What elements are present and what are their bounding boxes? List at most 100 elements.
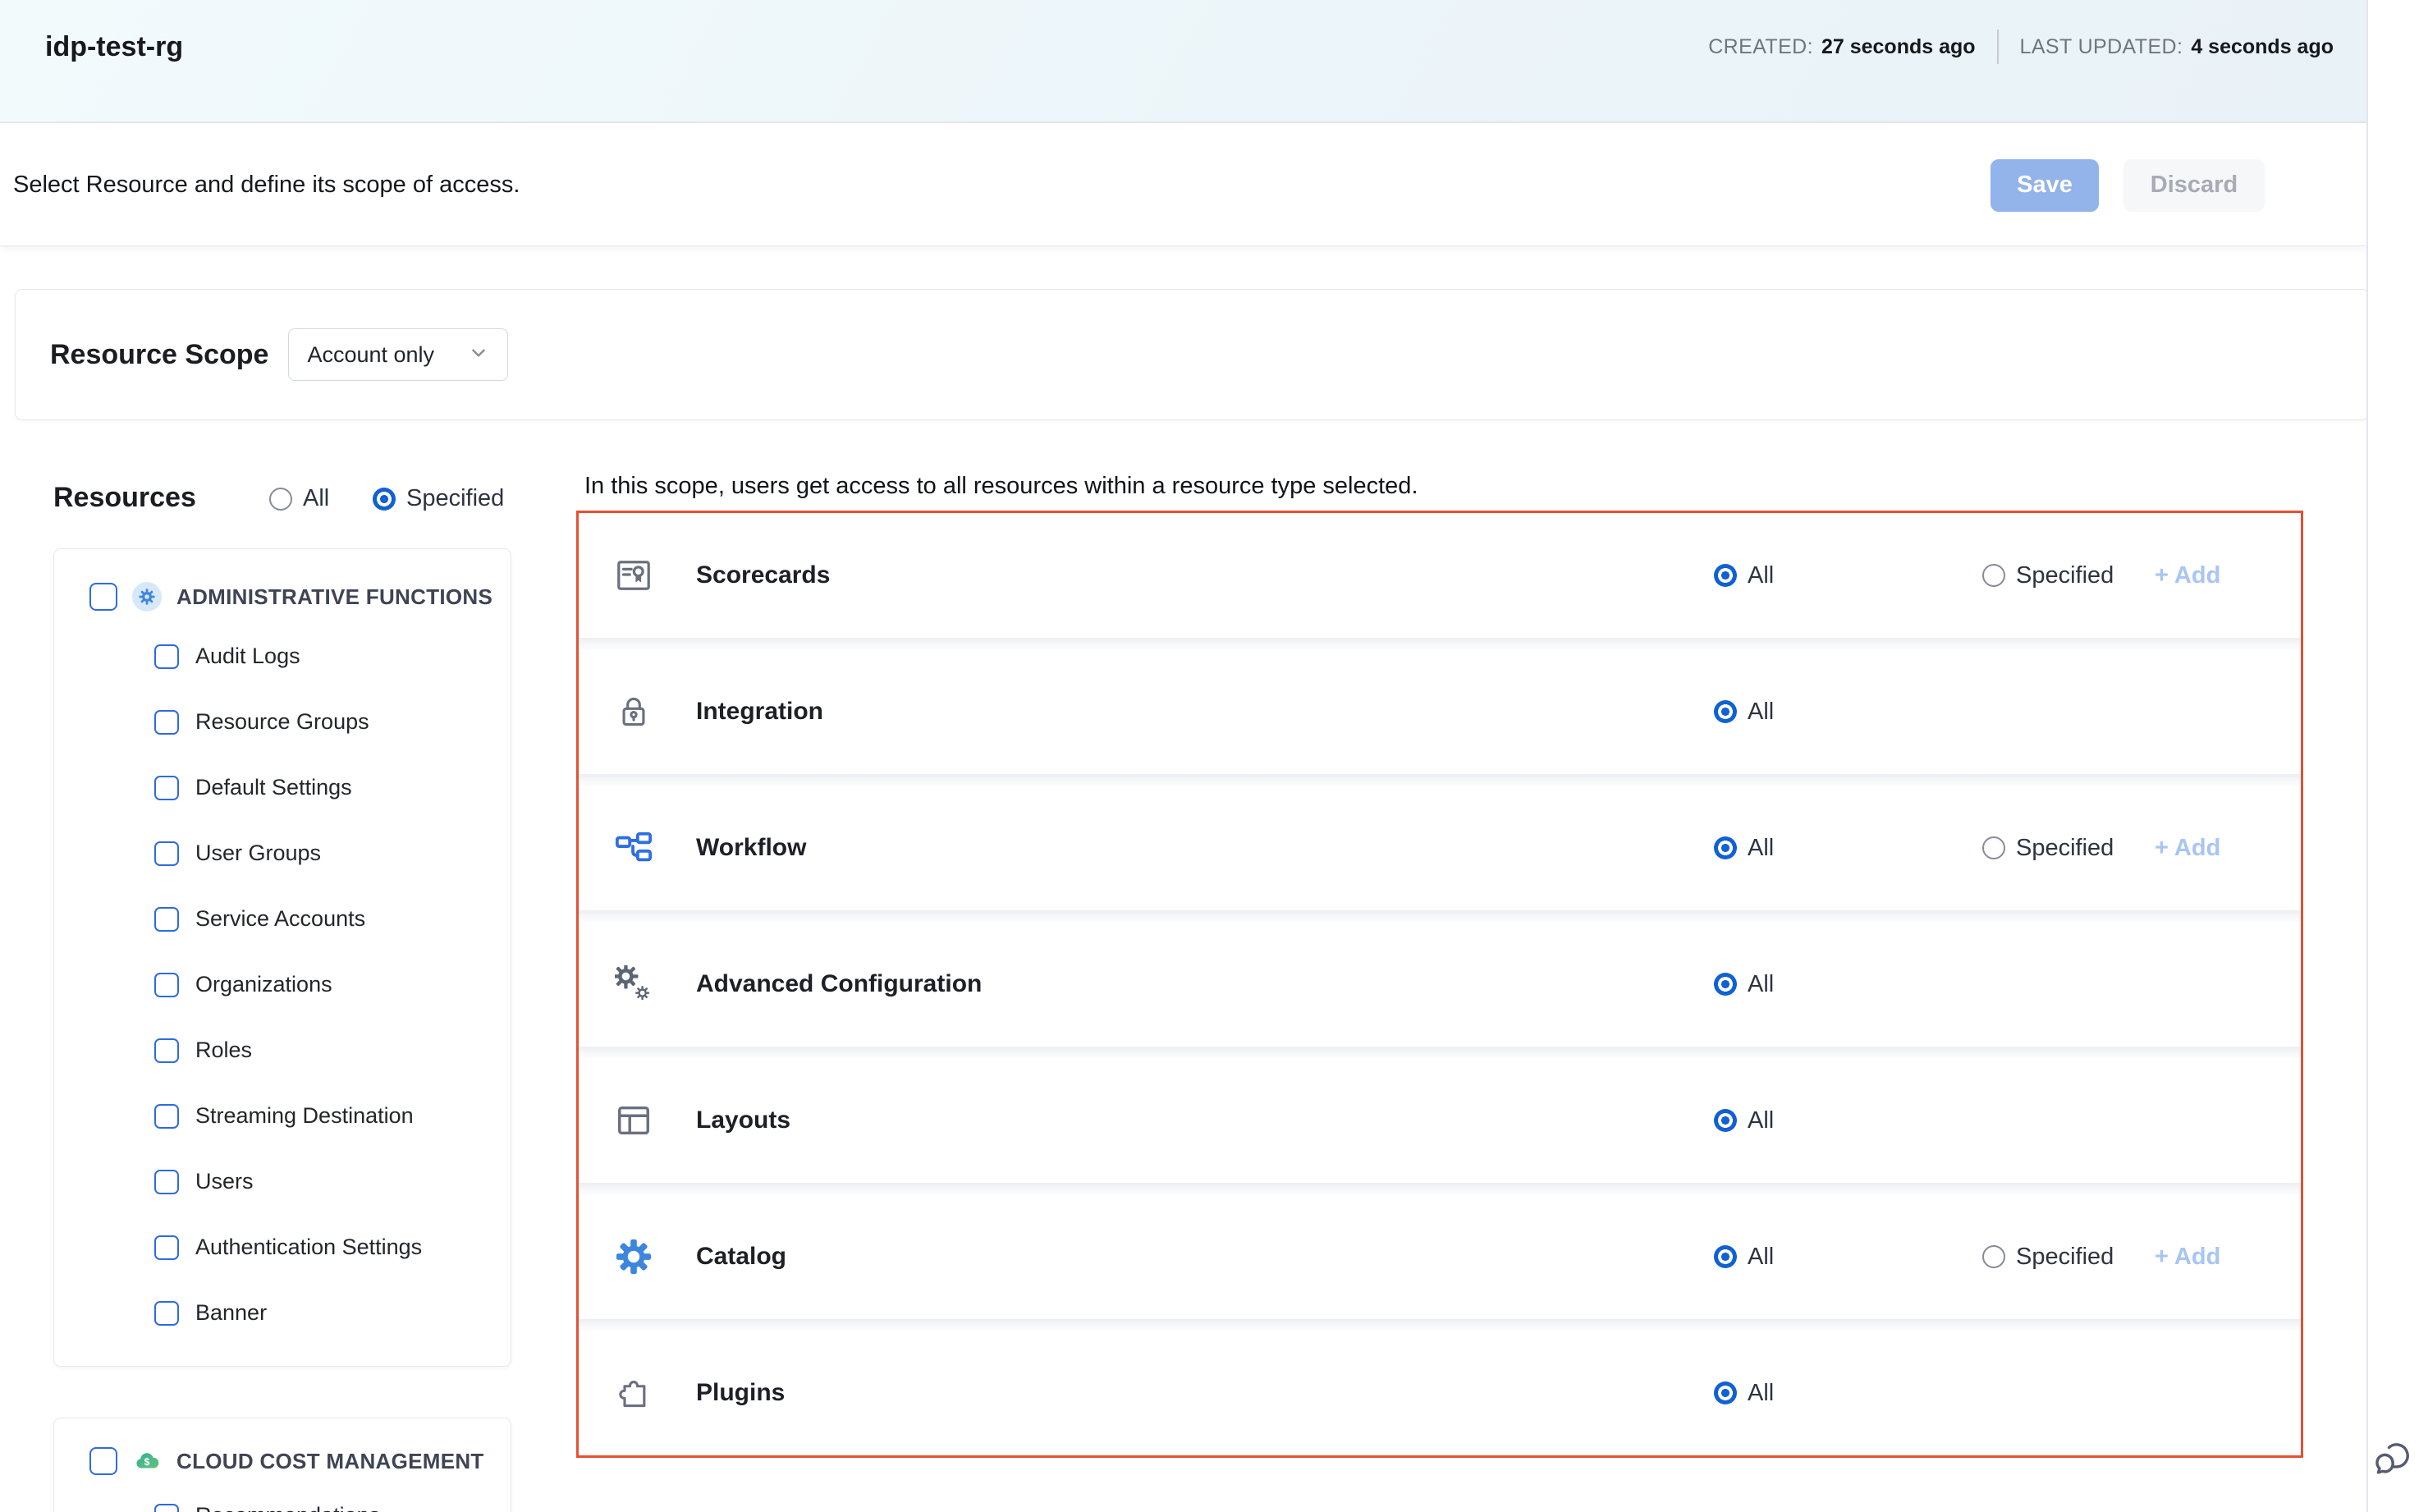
all-radio[interactable] bbox=[1714, 700, 1737, 723]
list-item[interactable]: Audit Logs bbox=[154, 644, 300, 669]
header-meta: CREATED: 27 seconds ago LAST UPDATED: 4 … bbox=[1708, 30, 2334, 64]
add-link[interactable]: + Add bbox=[2155, 835, 2220, 862]
specified-radio[interactable] bbox=[1982, 564, 2005, 587]
row-separator bbox=[579, 1047, 2301, 1058]
resources-title: Resources bbox=[53, 482, 196, 514]
list-item[interactable]: Organizations bbox=[154, 972, 332, 997]
add-link[interactable]: + Add bbox=[2155, 1244, 2220, 1271]
checkbox[interactable] bbox=[154, 1504, 179, 1512]
toolbar-description: Select Resource and define its scope of … bbox=[13, 172, 520, 199]
checkbox[interactable] bbox=[154, 907, 179, 932]
checkbox[interactable] bbox=[154, 1235, 179, 1260]
checkbox[interactable] bbox=[154, 1038, 179, 1063]
specified-radio[interactable] bbox=[1982, 1245, 2005, 1268]
meta-divider bbox=[1997, 30, 1999, 64]
row-separator bbox=[579, 1183, 2301, 1194]
right-gutter bbox=[2368, 0, 2428, 1512]
toolbar-buttons: Save Discard bbox=[1991, 159, 2265, 212]
row-separator bbox=[579, 1319, 2301, 1331]
gear-circle-icon bbox=[132, 582, 162, 612]
resource-row-label: Workflow bbox=[696, 834, 806, 862]
checkbox[interactable] bbox=[154, 644, 179, 669]
table-row: Scorecards All Specified + Add bbox=[579, 513, 2301, 638]
table-row: Layouts All bbox=[579, 1058, 2301, 1183]
checkbox[interactable] bbox=[154, 841, 179, 866]
discard-button[interactable]: Discard bbox=[2123, 159, 2265, 212]
group-name: ADMINISTRATIVE FUNCTIONS bbox=[176, 584, 492, 610]
specified-radio[interactable] bbox=[1982, 836, 2005, 859]
all-radio[interactable] bbox=[269, 488, 292, 511]
resource-scope-label: Resource Scope bbox=[50, 339, 268, 371]
checkbox[interactable] bbox=[154, 1170, 179, 1194]
catalog-gear-icon bbox=[614, 1237, 653, 1276]
action-toolbar: Select Resource and define its scope of … bbox=[0, 125, 2366, 246]
row-all-option[interactable]: All bbox=[1714, 835, 1774, 862]
row-separator bbox=[579, 774, 2301, 786]
list-item[interactable]: User Groups bbox=[154, 841, 321, 866]
scorecard-icon bbox=[614, 556, 653, 595]
all-radio[interactable] bbox=[1714, 1109, 1737, 1132]
list-item[interactable]: Roles bbox=[154, 1038, 252, 1063]
resource-scope-card: Resource Scope Account only bbox=[15, 289, 2369, 420]
specified-radio-label: Specified bbox=[406, 485, 504, 512]
all-radio[interactable] bbox=[1714, 564, 1737, 587]
specified-radio[interactable] bbox=[373, 488, 396, 511]
list-item[interactable]: Users bbox=[154, 1169, 254, 1194]
checkbox[interactable] bbox=[154, 1104, 179, 1129]
created-value: 27 seconds ago bbox=[1821, 35, 1976, 59]
cloud-dollar-icon: $ bbox=[132, 1446, 162, 1476]
row-all-option[interactable]: All bbox=[1714, 971, 1774, 998]
resources-all-option[interactable]: All bbox=[269, 485, 329, 512]
checkbox[interactable] bbox=[154, 710, 179, 735]
last-updated-value: 4 seconds ago bbox=[2191, 35, 2334, 59]
resource-row-label: Scorecards bbox=[696, 561, 830, 589]
scope-description: In this scope, users get access to all r… bbox=[584, 473, 1418, 500]
checkbox[interactable] bbox=[154, 1301, 179, 1326]
resources-specified-option[interactable]: Specified bbox=[373, 485, 504, 512]
page-header: idp-test-rg CREATED: 27 seconds ago LAST… bbox=[0, 0, 2366, 123]
last-updated-label: LAST UPDATED: bbox=[2020, 35, 2183, 59]
resource-group-page: idp-test-rg CREATED: 27 seconds ago LAST… bbox=[0, 0, 2428, 1512]
add-link[interactable]: + Add bbox=[2155, 562, 2220, 589]
resource-row-label: Catalog bbox=[696, 1243, 786, 1271]
chevron-down-icon bbox=[468, 342, 489, 368]
all-radio-label: All bbox=[303, 485, 329, 512]
list-item[interactable]: Streaming Destination bbox=[154, 1103, 414, 1129]
dropdown-selected-value: Account only bbox=[307, 342, 434, 368]
resource-row-label: Advanced Configuration bbox=[696, 970, 982, 998]
save-button[interactable]: Save bbox=[1991, 159, 2099, 212]
row-specified-option[interactable]: Specified bbox=[1982, 835, 2114, 862]
list-item[interactable]: Banner bbox=[154, 1300, 267, 1326]
group-header-admin: ADMINISTRATIVE FUNCTIONS bbox=[89, 582, 492, 612]
list-item[interactable]: Resource Groups bbox=[154, 709, 369, 735]
chat-bubbles-icon bbox=[2371, 1435, 2417, 1485]
checkbox[interactable] bbox=[154, 973, 179, 997]
row-all-option[interactable]: All bbox=[1714, 1380, 1774, 1407]
all-radio[interactable] bbox=[1714, 973, 1737, 996]
table-row: Advanced Configuration All bbox=[579, 922, 2301, 1047]
list-item[interactable]: Default Settings bbox=[154, 775, 352, 800]
admin-functions-checkbox[interactable] bbox=[89, 583, 117, 611]
cloud-cost-checkbox[interactable] bbox=[89, 1447, 117, 1475]
row-separator bbox=[579, 910, 2301, 922]
row-all-option[interactable]: All bbox=[1714, 1107, 1774, 1134]
row-specified-option[interactable]: Specified bbox=[1982, 1244, 2114, 1271]
resource-scope-dropdown[interactable]: Account only bbox=[288, 328, 508, 381]
admin-functions-card: ADMINISTRATIVE FUNCTIONS Audit Logs Reso… bbox=[53, 548, 511, 1367]
all-radio[interactable] bbox=[1714, 836, 1737, 859]
row-all-option[interactable]: All bbox=[1714, 1244, 1774, 1271]
table-row: Catalog All Specified + Add bbox=[579, 1194, 2301, 1319]
cloud-cost-card: $ CLOUD COST MANAGEMENT Recommendations bbox=[53, 1418, 511, 1512]
all-radio[interactable] bbox=[1714, 1381, 1737, 1404]
support-chat-button[interactable] bbox=[2369, 1435, 2418, 1484]
row-separator bbox=[579, 638, 2301, 649]
row-all-option[interactable]: All bbox=[1714, 562, 1774, 589]
resources-header: Resources All Specified bbox=[53, 479, 513, 521]
row-specified-option[interactable]: Specified bbox=[1982, 562, 2114, 589]
list-item[interactable]: Recommendations bbox=[154, 1503, 380, 1512]
list-item[interactable]: Service Accounts bbox=[154, 906, 365, 932]
all-radio[interactable] bbox=[1714, 1245, 1737, 1268]
list-item[interactable]: Authentication Settings bbox=[154, 1235, 422, 1260]
checkbox[interactable] bbox=[154, 776, 179, 800]
row-all-option[interactable]: All bbox=[1714, 699, 1774, 726]
